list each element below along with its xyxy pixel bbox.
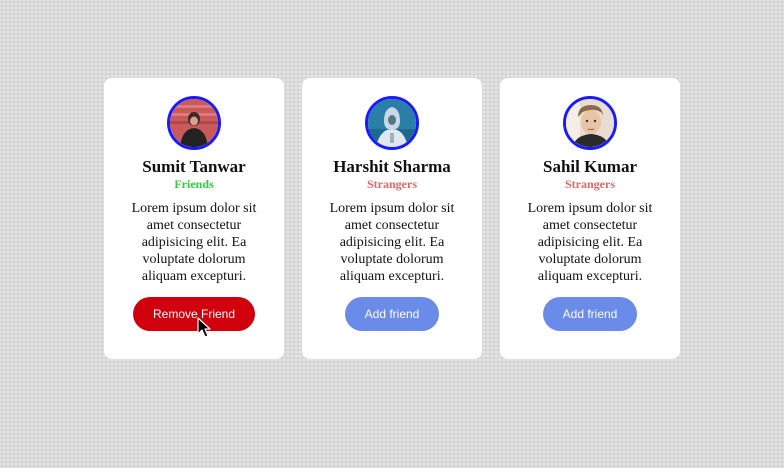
user-description: Lorem ipsum dolor sit amet consectetur a… (527, 201, 653, 284)
user-photo-icon (170, 99, 218, 147)
user-cards-container: Sumit Tanwar Friends Lorem ipsum dolor s… (104, 78, 680, 359)
user-card-harshit: Harshit Sharma Strangers Lorem ipsum dol… (302, 78, 482, 359)
user-photo-icon (566, 99, 614, 147)
friendship-status: Friends (174, 177, 214, 191)
avatar (365, 96, 419, 150)
user-card-sahil: Sahil Kumar Strangers Lorem ipsum dolor … (500, 78, 680, 359)
user-name: Sumit Tanwar (142, 157, 246, 176)
user-description: Lorem ipsum dolor sit amet consectetur a… (131, 201, 257, 284)
add-friend-button[interactable]: Add friend (543, 297, 637, 331)
avatar (563, 96, 617, 150)
user-photo-icon (368, 99, 416, 147)
user-card-sumit: Sumit Tanwar Friends Lorem ipsum dolor s… (104, 78, 284, 359)
friendship-status: Strangers (367, 177, 417, 191)
remove-friend-button[interactable]: Remove Friend (133, 297, 255, 331)
add-friend-button[interactable]: Add friend (345, 297, 439, 331)
friendship-status: Strangers (565, 177, 615, 191)
user-name: Sahil Kumar (543, 157, 637, 176)
user-name: Harshit Sharma (333, 157, 451, 176)
user-description: Lorem ipsum dolor sit amet consectetur a… (329, 201, 455, 284)
avatar (167, 96, 221, 150)
